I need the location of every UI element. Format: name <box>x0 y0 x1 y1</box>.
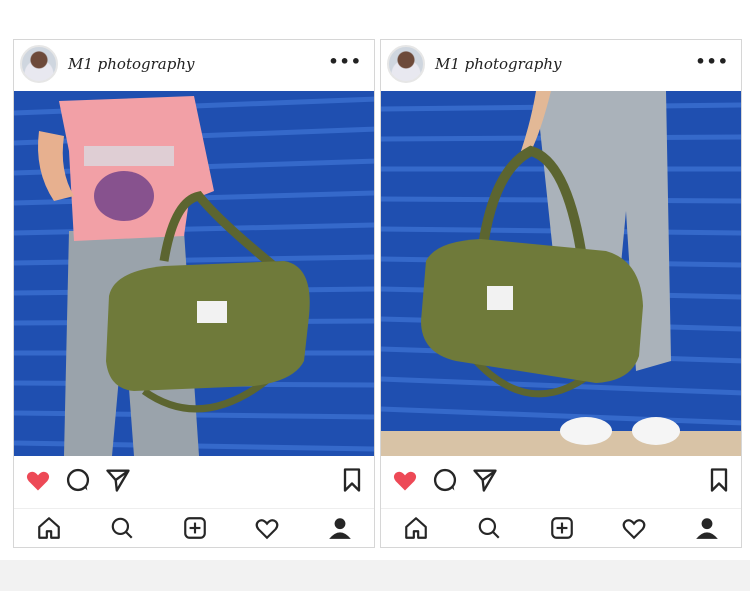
post-header: M1 photography ••• <box>14 40 374 91</box>
activity-heart-icon[interactable] <box>254 515 280 541</box>
send-icon[interactable] <box>104 466 132 494</box>
bookmark-icon[interactable] <box>338 466 366 494</box>
profile-icon[interactable] <box>327 515 353 541</box>
bottom-nav <box>14 508 374 549</box>
profile-icon[interactable] <box>694 515 720 541</box>
avatar[interactable] <box>387 45 425 83</box>
post-photo[interactable] <box>14 91 374 456</box>
heart-icon[interactable] <box>24 466 52 494</box>
add-post-icon[interactable] <box>549 515 575 541</box>
heart-icon[interactable] <box>391 466 419 494</box>
add-post-icon[interactable] <box>182 515 208 541</box>
more-options-icon[interactable]: ••• <box>328 52 362 71</box>
bottom-nav <box>381 508 741 549</box>
post-header: M1 photography ••• <box>381 40 741 91</box>
activity-heart-icon[interactable] <box>621 515 647 541</box>
home-icon[interactable] <box>403 515 429 541</box>
post-photo[interactable] <box>381 91 741 456</box>
search-icon[interactable] <box>476 515 502 541</box>
comment-icon[interactable] <box>431 466 459 494</box>
username[interactable]: M1 photography <box>68 55 194 73</box>
bookmark-icon[interactable] <box>705 466 733 494</box>
home-icon[interactable] <box>36 515 62 541</box>
post-actions <box>14 456 374 508</box>
more-options-icon[interactable]: ••• <box>695 52 729 71</box>
send-icon[interactable] <box>471 466 499 494</box>
post-actions <box>381 456 741 508</box>
post-card-left: M1 photography ••• <box>13 39 375 548</box>
avatar[interactable] <box>20 45 58 83</box>
comment-icon[interactable] <box>64 466 92 494</box>
post-card-right: M1 photography ••• <box>380 39 742 548</box>
search-icon[interactable] <box>109 515 135 541</box>
username[interactable]: M1 photography <box>435 55 561 73</box>
